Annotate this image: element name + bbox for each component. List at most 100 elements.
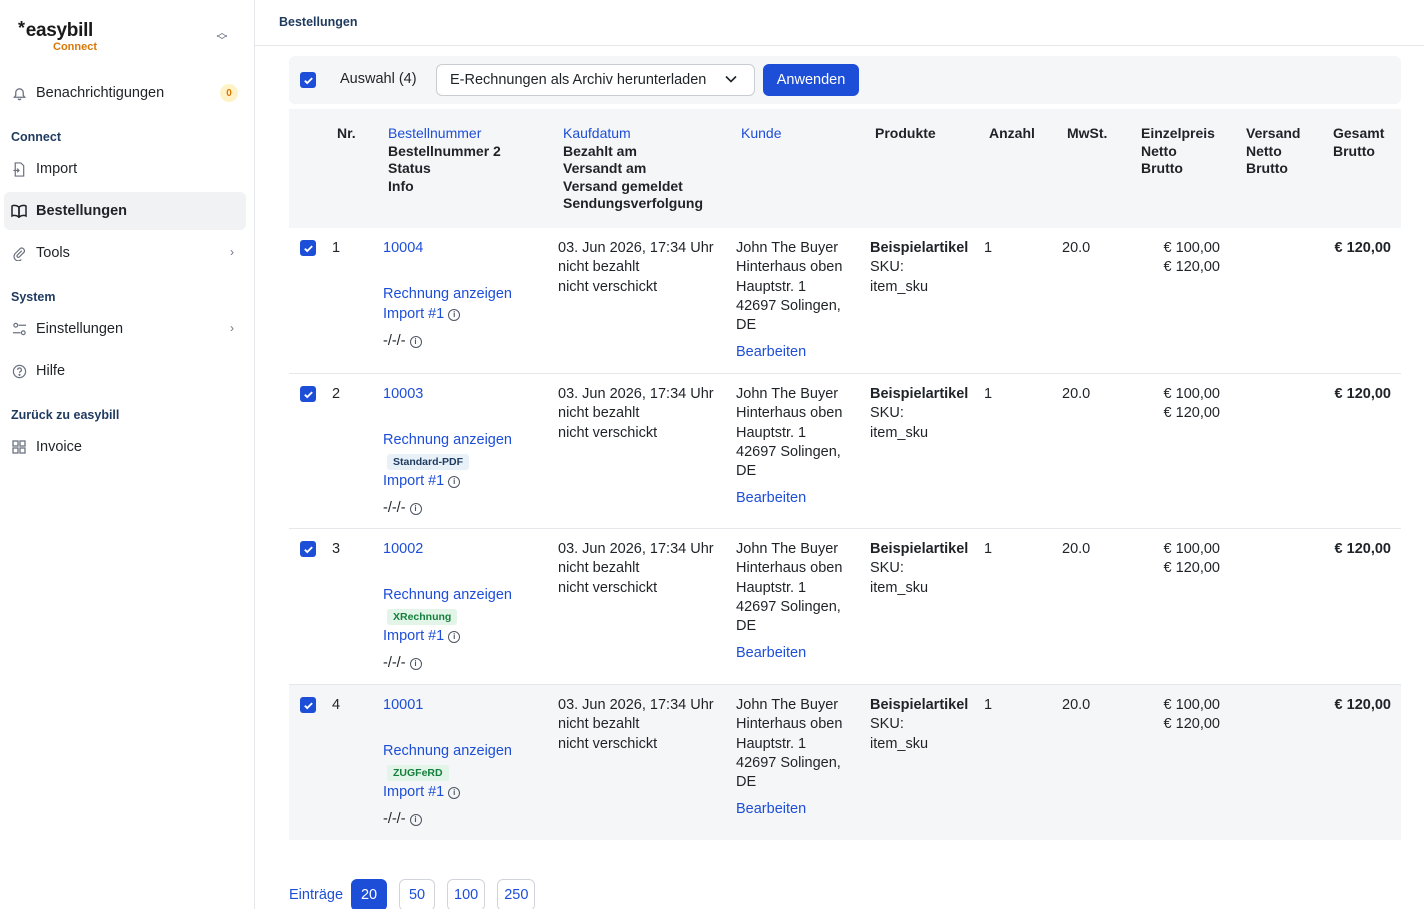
column-label: Brutto xyxy=(1246,160,1288,177)
sku-label: SKU: xyxy=(870,405,904,422)
sidebar-item-label: Hilfe xyxy=(36,363,66,379)
invoice-format-badge: Standard-PDF xyxy=(387,453,470,470)
topbar: Bestellungen xyxy=(255,0,1424,46)
info-icon[interactable]: i xyxy=(409,335,422,348)
sku-label: SKU: xyxy=(870,716,904,733)
page-size-250[interactable]: 250 xyxy=(497,879,536,909)
info-text: -/-/- xyxy=(383,332,406,349)
row-number: 2 xyxy=(332,386,341,402)
bulk-action-select[interactable]: E-Rechnungen als Archiv herunterladen xyxy=(436,64,755,96)
file-import-icon xyxy=(11,161,27,177)
sidebar-item-label: Invoice xyxy=(36,439,82,455)
edit-customer-link[interactable]: Bearbeiten xyxy=(736,800,842,819)
select-all-checkbox[interactable] xyxy=(300,72,316,88)
row-checkbox[interactable] xyxy=(300,697,316,713)
info-line: -/-/- i xyxy=(383,332,512,351)
sidebar-item-notifications[interactable]: Benachrichtigungen 0 xyxy=(4,74,246,112)
sidebar-item-invoice[interactable]: Invoice xyxy=(4,428,246,466)
notification-count-badge: 0 xyxy=(220,84,238,102)
product-name: Beispielartikel xyxy=(870,697,969,713)
info-icon[interactable]: i xyxy=(448,786,461,799)
import-link[interactable]: Import #1 xyxy=(383,306,444,322)
sliders-icon xyxy=(11,321,27,337)
format-tag-line: XRechnung xyxy=(387,607,512,626)
column-total: Gesamt Brutto xyxy=(1333,125,1384,160)
bulk-action-bar: Auswahl (4) E-Rechnungen als Archiv heru… xyxy=(289,56,1401,104)
info-icon[interactable]: i xyxy=(409,814,422,827)
paid-status: nicht bezahlt xyxy=(558,716,640,733)
customer-cell: John The Buyer Hinterhaus oben Hauptstr.… xyxy=(736,696,842,820)
import-link[interactable]: Import #1 xyxy=(383,473,444,489)
info-text: -/-/- xyxy=(383,811,406,828)
view-invoice-link[interactable]: Rechnung anzeigen xyxy=(383,431,512,450)
sidebar-item-import[interactable]: Import xyxy=(4,150,246,188)
row-number: 3 xyxy=(332,541,341,557)
price-net: € 100,00 xyxy=(1163,386,1220,402)
info-icon[interactable]: i xyxy=(448,630,461,643)
total-gross: € 120,00 xyxy=(1334,541,1391,557)
column-label: Anzahl xyxy=(989,125,1035,141)
sort-customer-link[interactable]: Kunde xyxy=(741,125,781,143)
info-icon[interactable]: i xyxy=(409,503,422,516)
sidebar-item-tools[interactable]: Tools › xyxy=(4,234,246,272)
sort-order-number-link[interactable]: Bestellnummer xyxy=(388,125,501,143)
paid-status: nicht bezahlt xyxy=(558,405,640,422)
view-invoice-link[interactable]: Rechnung anzeigen xyxy=(383,586,512,605)
product-cell: Beispielartikel SKU: item_sku xyxy=(870,696,968,754)
edit-customer-link[interactable]: Bearbeiten xyxy=(736,644,842,663)
row-checkbox[interactable] xyxy=(300,541,316,557)
apply-button[interactable]: Anwenden xyxy=(763,64,859,96)
product-cell: Beispielartikel SKU: item_sku xyxy=(870,540,968,598)
shipped-status: nicht verschickt xyxy=(558,424,658,441)
order-number-link[interactable]: 10001 xyxy=(383,696,512,715)
quantity: 1 xyxy=(984,541,993,557)
view-invoice-link[interactable]: Rechnung anzeigen xyxy=(383,742,512,761)
import-link[interactable]: Import #1 xyxy=(383,784,444,800)
workspace-switcher-icon[interactable]: ︿ ﹀ xyxy=(214,28,230,47)
price-gross: € 120,00 xyxy=(1163,405,1220,422)
view-invoice-link[interactable]: Rechnung anzeigen xyxy=(383,285,512,304)
import-line: Import #1 i xyxy=(383,783,512,802)
sort-purchase-date-link[interactable]: Kaufdatum xyxy=(563,125,703,143)
row-checkbox[interactable] xyxy=(300,240,316,256)
sidebar-item-settings[interactable]: Einstellungen › xyxy=(4,310,246,348)
sku-value: item_sku xyxy=(870,278,929,295)
edit-customer-link[interactable]: Bearbeiten xyxy=(736,489,842,508)
customer-line: John The Buyer xyxy=(736,697,839,713)
sidebar-item-label: Einstellungen xyxy=(36,321,124,337)
import-link[interactable]: Import #1 xyxy=(383,628,444,644)
order-number-link[interactable]: 10003 xyxy=(383,385,512,404)
entries-label: Einträge xyxy=(289,887,344,903)
paid-status: nicht bezahlt xyxy=(558,259,640,276)
info-icon[interactable]: i xyxy=(448,308,461,321)
order-number-link[interactable]: 10002 xyxy=(383,540,512,559)
column-label: Versandt am xyxy=(563,160,647,177)
order-number-link[interactable]: 10004 xyxy=(383,239,512,258)
row-number: 4 xyxy=(332,697,341,713)
sidebar-item-orders[interactable]: Bestellungen xyxy=(4,192,246,230)
vat: 20.0 xyxy=(1062,386,1091,402)
column-label: Sendungsverfolgung xyxy=(563,195,703,212)
sidebar-item-help[interactable]: Hilfe xyxy=(4,352,246,390)
info-icon[interactable]: i xyxy=(409,658,422,671)
customer-line: Hinterhaus oben xyxy=(736,405,843,422)
page-size-100[interactable]: 100 xyxy=(447,879,486,909)
customer-line: Hauptstr. 1 xyxy=(736,424,807,441)
info-line: -/-/- i xyxy=(383,499,512,518)
chevron-down-icon xyxy=(725,72,737,86)
date-cell: 03. Jun 2026, 17:34 Uhr nicht bezahlt ni… xyxy=(558,696,714,754)
total-gross: € 120,00 xyxy=(1334,697,1391,713)
customer-line: DE xyxy=(736,463,757,480)
format-tag-line: Standard-PDF xyxy=(387,452,512,471)
purchase-date: 03. Jun 2026, 17:34 Uhr xyxy=(558,240,714,256)
row-checkbox[interactable] xyxy=(300,386,316,402)
page-size-50[interactable]: 50 xyxy=(399,879,436,909)
column-label: Versand gemeldet xyxy=(563,177,683,194)
info-icon[interactable]: i xyxy=(448,475,461,488)
easybill-logo[interactable]: * easybill Connect xyxy=(18,19,97,53)
sku-value: item_sku xyxy=(870,424,929,441)
edit-customer-link[interactable]: Bearbeiten xyxy=(736,343,842,362)
column-customer: Kunde xyxy=(741,125,781,143)
shipped-status: nicht verschickt xyxy=(558,735,658,752)
page-size-20[interactable]: 20 xyxy=(351,879,388,909)
